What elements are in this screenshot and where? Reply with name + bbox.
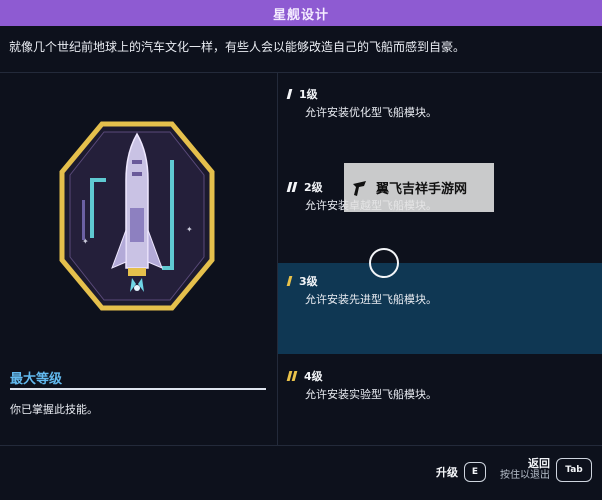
skill-description: 就像几个世纪前地球上的汽车文化一样，有些人会以能够改造自己的飞船而感到自豪。	[9, 40, 466, 54]
cursor-ring	[369, 248, 399, 278]
watermark-logo-icon	[353, 180, 366, 196]
level-description: 允许安装优化型飞船模块。	[305, 106, 437, 119]
back-action[interactable]: 返回 按住以退出 Tab	[500, 458, 592, 482]
level-row-3[interactable]: 3级 允许安装先进型飞船模块。	[278, 263, 602, 354]
back-label: 返回	[528, 457, 550, 470]
upgrade-label: 升级	[436, 466, 458, 479]
upgrade-key[interactable]: E	[464, 462, 486, 482]
level-pips-icon	[286, 89, 293, 99]
divider-top	[0, 72, 602, 73]
level-pips-icon	[286, 276, 293, 286]
level-row-4[interactable]: 4级 允许安装实验型飞船模块。	[278, 358, 602, 449]
level-name: 2级	[304, 181, 323, 194]
max-level-title: 最大等级	[10, 372, 63, 387]
title-bar: 星舰设计	[0, 0, 602, 26]
level-row-1[interactable]: 1级 允许安装优化型飞船模块。	[278, 76, 602, 167]
level-pips-icon	[286, 182, 298, 192]
level-pips-icon	[286, 371, 298, 381]
svg-text:✦: ✦	[82, 237, 89, 246]
level-description: 允许安装先进型飞船模块。	[305, 293, 437, 306]
level-description: 允许安装实验型飞船模块。	[305, 388, 437, 401]
rocket-badge-icon: ✦ ✦	[59, 121, 215, 311]
svg-text:✦: ✦	[186, 225, 193, 234]
level-name: 4级	[304, 370, 323, 383]
level-name: 3级	[299, 275, 318, 288]
page-title: 星舰设计	[272, 7, 329, 23]
watermark-text: 翼飞吉祥手游网	[376, 182, 468, 197]
level-name: 1级	[299, 88, 318, 101]
max-level-text: 你已掌握此技能。	[10, 403, 98, 416]
back-key[interactable]: Tab	[556, 458, 592, 482]
max-level-bar	[10, 388, 266, 390]
hold-to-exit-label: 按住以退出	[500, 470, 550, 481]
upgrade-action[interactable]: 升级 E	[436, 462, 486, 482]
watermark: 翼飞吉祥手游网	[344, 163, 494, 212]
